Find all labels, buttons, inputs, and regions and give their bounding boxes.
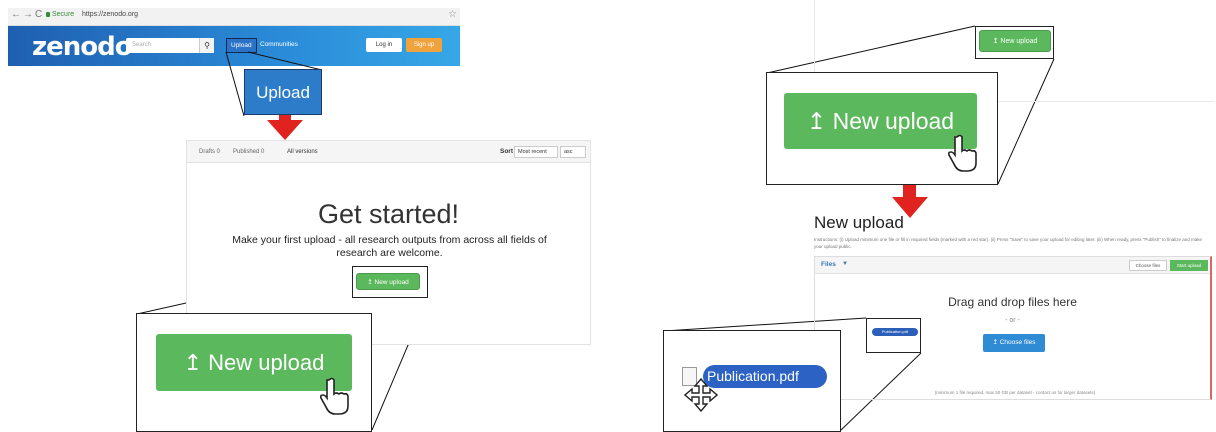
order-select[interactable]: asc [560, 146, 586, 158]
new-upload-heading: New upload [814, 213, 904, 232]
chevron-down-icon[interactable]: ▼ [842, 261, 848, 267]
sort-label: Sort [500, 148, 513, 155]
files-toolbar: Files ▼ Choose files Start upload [815, 257, 1210, 274]
move-cursor-icon [684, 378, 718, 412]
zoom-box-new-upload-right: ↥ New upload [766, 72, 998, 185]
callout-frame [352, 266, 428, 298]
upload-icon: ↥ [806, 108, 833, 134]
files-label[interactable]: Files [821, 261, 836, 268]
intro-text: Make your first upload - all research ou… [232, 234, 547, 259]
zoom-box-new-upload: ↥ New upload [136, 313, 372, 432]
choose-files-button[interactable]: ↥ Choose files [983, 334, 1045, 352]
all-versions-toggle[interactable]: All versions [287, 149, 318, 155]
published-filter[interactable]: Published 0 [233, 149, 264, 155]
file-chip[interactable]: Publication.pdf [703, 365, 827, 388]
upload-icon: ↥ [992, 339, 1000, 346]
drag-drop-label: Drag and drop files here [948, 295, 1077, 309]
page-title: Get started! [317, 199, 460, 229]
start-upload-button[interactable]: Start upload [1170, 260, 1208, 271]
uploads-toolbar: Drafts 0 Published 0 All versions Sort M… [187, 141, 590, 163]
instructions-text: Instructions: (i) Upload minimum one fil… [814, 237, 1202, 249]
new-upload-label: New upload [208, 350, 325, 375]
zoom-box-file-drag: Publication.pdf [663, 330, 841, 432]
upload-icon: ↥ [183, 350, 209, 375]
choose-files-label: Choose files [999, 339, 1036, 346]
file-chip-small[interactable]: Publication.pdf [872, 328, 918, 336]
new-upload-label: New upload [832, 108, 955, 134]
upload-size-note: (minimum 1 file required, max 50 GB per … [934, 390, 1096, 395]
hand-cursor-icon [319, 377, 349, 415]
drafts-filter[interactable]: Drafts 0 [199, 149, 220, 155]
callout-frame [975, 26, 1054, 59]
choose-files-button-top[interactable]: Choose files [1129, 260, 1167, 271]
hand-cursor-icon [947, 134, 977, 172]
upload-tab-zoom: Upload [244, 69, 322, 115]
sort-select[interactable]: Most recent [514, 146, 558, 158]
